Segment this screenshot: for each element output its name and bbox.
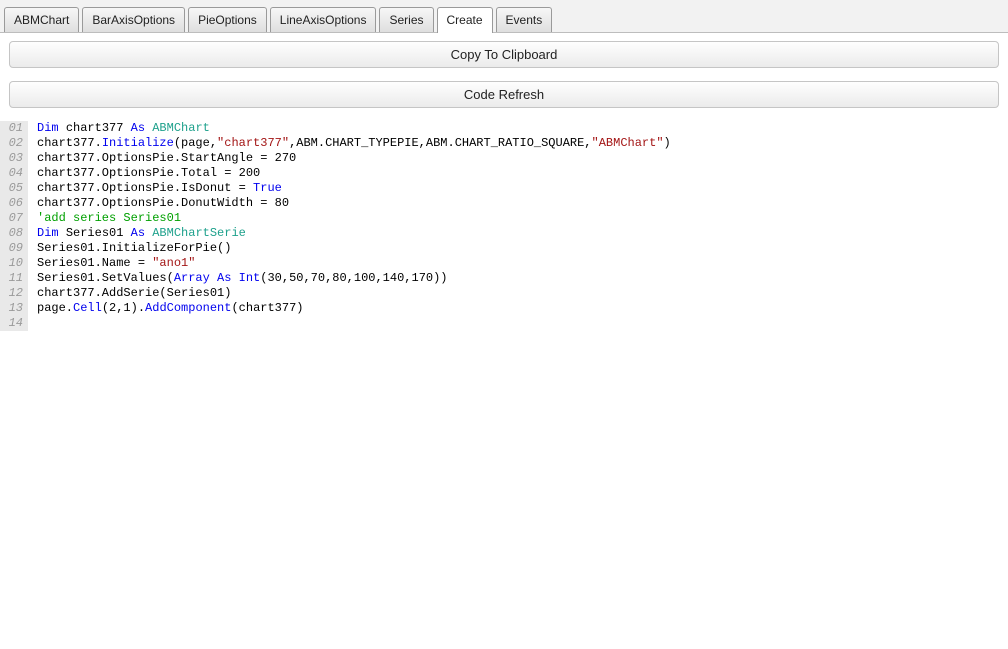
code-line: 04 chart377.OptionsPie.Total = 200	[0, 166, 1008, 181]
code-line: 07 'add series Series01	[0, 211, 1008, 226]
code-line-text: chart377.OptionsPie.DonutWidth = 80	[37, 196, 290, 210]
line-number: 04	[0, 166, 28, 181]
line-number: 13	[0, 301, 28, 316]
code-line: 11 Series01.SetValues(Array As Int(30,50,…	[0, 271, 1008, 286]
code-line: 08 Dim Series01 As ABMChartSerie	[0, 226, 1008, 241]
line-number: 07	[0, 211, 28, 226]
tab-baraxisoptions[interactable]: BarAxisOptions	[82, 7, 186, 32]
code-line-text: chart377.OptionsPie.StartAngle = 270	[37, 151, 297, 165]
code-line: 03 chart377.OptionsPie.StartAngle = 270	[0, 151, 1008, 166]
tab-pieoptions[interactable]: PieOptions	[188, 7, 267, 32]
tab-bar: ABMChart BarAxisOptions PieOptions LineAxis…	[0, 0, 1008, 33]
code-line-text: chart377.OptionsPie.Total = 200	[37, 166, 261, 180]
code-line: 13 page.Cell(2,1).AddComponent(chart377)	[0, 301, 1008, 316]
code-line: 10 Series01.Name = "ano1"	[0, 256, 1008, 271]
line-number: 08	[0, 226, 28, 241]
code-line-text: Series01.SetValues(Array As Int(30,50,70…	[37, 271, 448, 285]
line-number: 09	[0, 241, 28, 256]
code-line: 06 chart377.OptionsPie.DonutWidth = 80	[0, 196, 1008, 211]
line-number: 03	[0, 151, 28, 166]
code-line: 14	[0, 316, 1008, 331]
code-line-text: chart377.OptionsPie.IsDonut = True	[37, 181, 282, 195]
line-number: 05	[0, 181, 28, 196]
code-line: 01 Dim chart377 As ABMChart	[0, 121, 1008, 136]
code-editor[interactable]: 01 Dim chart377 As ABMChart 02 chart377.Ini…	[0, 121, 1008, 331]
line-number: 11	[0, 271, 28, 286]
line-number: 10	[0, 256, 28, 271]
tab-series[interactable]: Series	[379, 7, 434, 32]
tab-events[interactable]: Events	[495, 7, 553, 32]
tab-create[interactable]: Create	[436, 7, 493, 33]
code-line-text: Series01.Name = "ano1"	[37, 256, 196, 270]
line-number: 06	[0, 196, 28, 211]
tab-abmchart[interactable]: ABMChart	[4, 7, 80, 32]
line-number: 14	[0, 316, 28, 331]
line-number: 02	[0, 136, 28, 151]
line-number: 01	[0, 121, 28, 136]
code-line: 12 chart377.AddSerie(Series01)	[0, 286, 1008, 301]
code-line-text: chart377.AddSerie(Series01)	[37, 286, 232, 300]
code-refresh-button[interactable]: Code Refresh	[9, 81, 999, 108]
code-line: 09 Series01.InitializeForPie()	[0, 241, 1008, 256]
code-line-text: page.Cell(2,1).AddComponent(chart377)	[37, 301, 304, 315]
code-line: 02 chart377.Initialize(page,"chart377",AB…	[0, 136, 1008, 151]
code-line-text: Series01.InitializeForPie()	[37, 241, 232, 255]
tab-lineaxisoptions[interactable]: LineAxisOptions	[269, 7, 377, 32]
code-line: 05 chart377.OptionsPie.IsDonut = True	[0, 181, 1008, 196]
code-line-text: Dim chart377 As ABMChart	[37, 121, 210, 135]
code-line-text: Dim Series01 As ABMChartSerie	[37, 226, 246, 240]
code-line-text: chart377.Initialize(page,"chart377",ABM.…	[37, 136, 671, 150]
line-number: 12	[0, 286, 28, 301]
copy-to-clipboard-button[interactable]: Copy To Clipboard	[9, 41, 999, 68]
code-line-text: 'add series Series01	[37, 211, 182, 225]
